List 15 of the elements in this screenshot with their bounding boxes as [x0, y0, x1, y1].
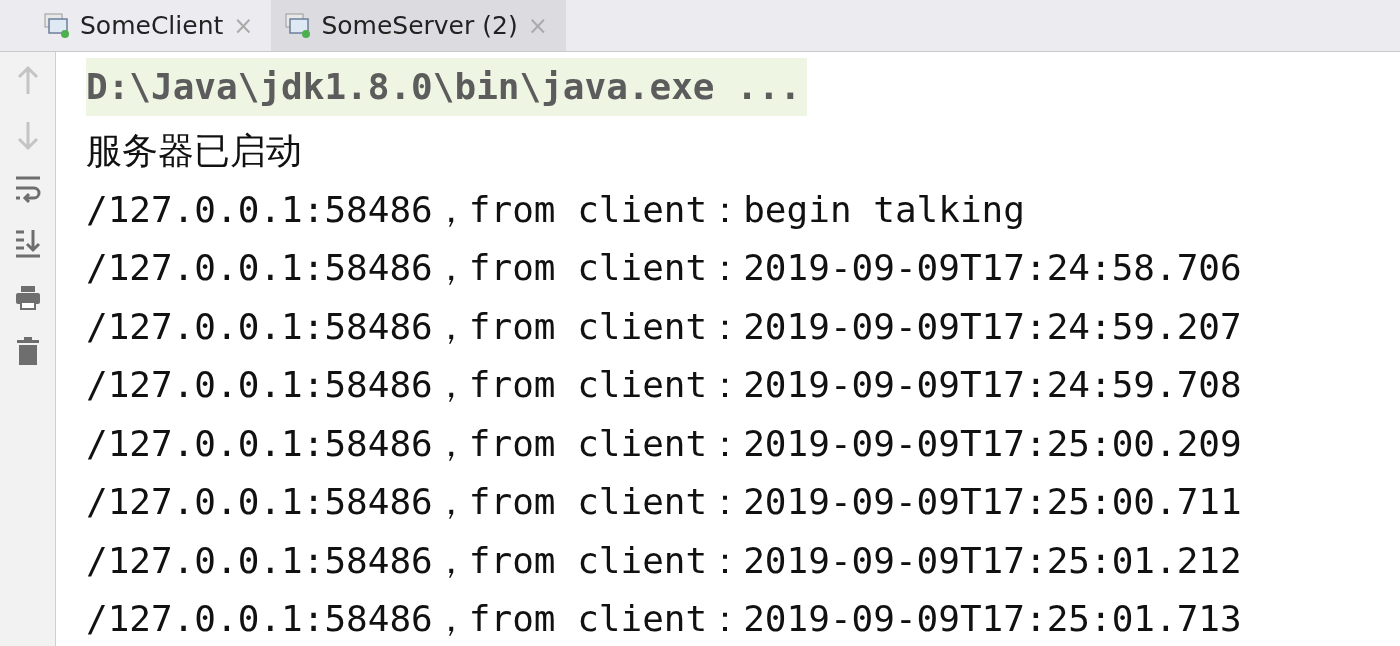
output-line: /127.0.0.1:58486，from client：2019-09-09T17:25:01.713 — [86, 597, 1243, 641]
run-tab[interactable]: SomeServer (2) × — [271, 0, 566, 51]
run-window-icon — [44, 12, 70, 39]
output-line: /127.0.0.1:58486，from client：2019-09-09T17:24:58.706 — [86, 246, 1243, 290]
output-line: /127.0.0.1:58486，from client：2019-09-09T17:24:59.708 — [86, 363, 1243, 407]
tab-label: SomeClient — [80, 11, 224, 40]
output-line: 服务器已启动 — [86, 129, 303, 173]
run-tab[interactable]: SomeClient × — [30, 0, 272, 51]
tab-label: SomeServer (2) — [321, 11, 518, 40]
run-window-icon — [285, 12, 312, 39]
output-line: /127.0.0.1:58486，from client：2019-09-09T17:25:00.711 — [86, 480, 1243, 524]
output-line: /127.0.0.1:58486，from client：begin talking — [86, 187, 1026, 232]
output-line: /127.0.0.1:58486，from client：2019-09-09T17:25:00.209 — [86, 421, 1243, 466]
output-line: /127.0.0.1:58486，from client：2019-09-09T17:24:59.207 — [86, 304, 1243, 349]
output-line: /127.0.0.1:58486，from client：2019-09-09T17:25:01.212 — [86, 538, 1243, 583]
